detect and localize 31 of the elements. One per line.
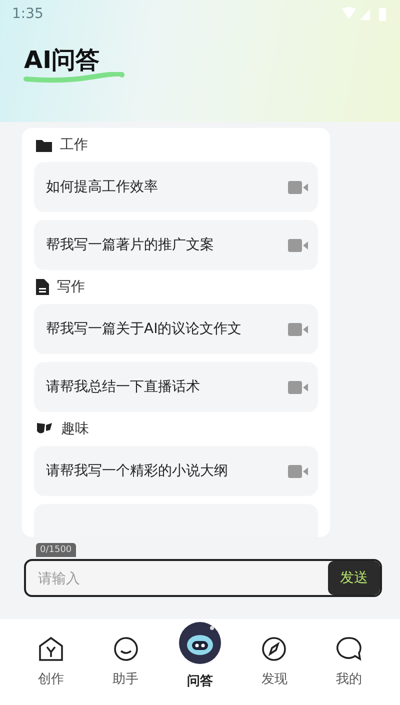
status-time: 1:35	[12, 6, 44, 22]
house-icon	[38, 636, 64, 662]
nav-tab[interactable]: 创作	[23, 636, 80, 688]
video-icon	[288, 380, 308, 394]
prompt-item[interactable]: 请帮我总结一下直播话术	[34, 362, 318, 412]
nav-tab[interactable]: 发现	[246, 636, 302, 688]
nav-tab[interactable]: 我的	[320, 636, 377, 688]
prompt-item[interactable]: 如何提高工作效率	[34, 162, 318, 212]
chat-icon	[336, 636, 362, 662]
nav-tab[interactable]: 助手	[98, 636, 154, 688]
page-title: AI问答	[24, 48, 100, 72]
smile-icon	[112, 636, 139, 662]
video-icon	[288, 238, 308, 252]
robot-icon	[178, 622, 221, 664]
category-label: 写作	[57, 278, 85, 296]
character-counter: 0/1500	[36, 543, 76, 557]
prompt-item[interactable]: 请帮我写一个精彩的小说大纲	[34, 446, 318, 496]
prompt-item[interactable]: 帮我写一篇著片的推广文案	[34, 220, 318, 270]
category-label: 工作	[60, 136, 88, 154]
prompt-item[interactable]: 帮我写一篇关于AI的议论文作文	[34, 304, 318, 354]
folder-icon	[36, 138, 52, 152]
send-button[interactable]: 发送	[328, 561, 380, 595]
status-icons	[342, 7, 388, 21]
video-icon	[288, 322, 308, 336]
category-label: 趣味	[61, 420, 89, 438]
nav-tab[interactable]: 问答	[172, 622, 228, 690]
compass-icon	[261, 636, 288, 662]
message-input[interactable]: 请输入 发送	[24, 559, 382, 597]
video-icon	[288, 464, 308, 478]
video-icon	[288, 180, 308, 194]
document-icon	[36, 279, 49, 295]
